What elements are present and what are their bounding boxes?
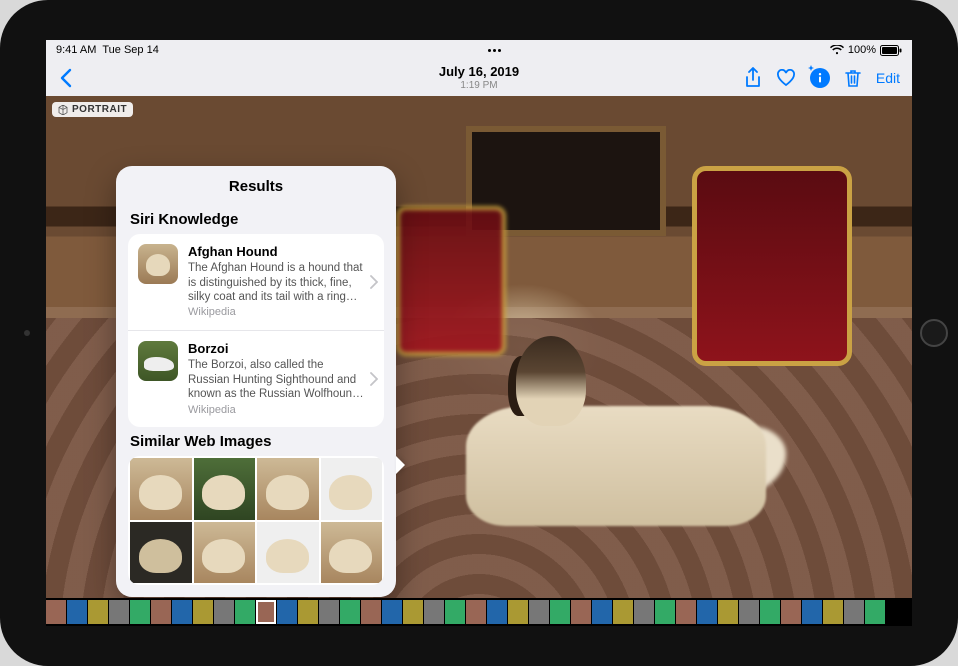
web-image[interactable] [257, 522, 319, 584]
result-desc: The Borzoi, also called the Russian Hunt… [188, 358, 364, 401]
info-lookup-button[interactable] [810, 68, 830, 88]
filmstrip-thumb[interactable] [382, 600, 402, 624]
filmstrip-thumb[interactable] [403, 600, 423, 624]
result-source: Wikipedia [188, 306, 364, 320]
filmstrip-thumb[interactable] [298, 600, 318, 624]
subject-dog [426, 296, 786, 556]
filmstrip-thumb[interactable] [781, 600, 801, 624]
battery-pct: 100% [848, 44, 876, 56]
result-source: Wikipedia [188, 404, 364, 418]
filmstrip-thumb[interactable] [235, 600, 255, 624]
filmstrip-thumb[interactable] [67, 600, 87, 624]
screen-bezel: 9:41 AM Tue Sep 14 100% [46, 40, 912, 626]
popover-arrow [396, 456, 405, 474]
portrait-badge-text: PORTRAIT [72, 104, 127, 115]
filmstrip-thumb[interactable] [865, 600, 885, 624]
filmstrip-thumb[interactable] [760, 600, 780, 624]
filmstrip-thumb[interactable] [802, 600, 822, 624]
result-name: Borzoi [188, 341, 364, 357]
filmstrip-thumb[interactable] [655, 600, 675, 624]
web-image[interactable] [194, 522, 256, 584]
battery-icon [880, 45, 902, 56]
status-date: Tue Sep 14 [102, 44, 158, 56]
similar-web-heading: Similar Web Images [116, 427, 396, 456]
filmstrip-thumb[interactable] [550, 600, 570, 624]
filmstrip-thumb[interactable] [823, 600, 843, 624]
multitask-dots-icon[interactable] [488, 49, 501, 52]
photo-filmstrip[interactable] [46, 598, 912, 626]
device-camera [24, 330, 30, 336]
result-thumbnail [138, 244, 178, 284]
filmstrip-thumb[interactable] [844, 600, 864, 624]
delete-button[interactable] [844, 68, 862, 88]
filmstrip-thumb[interactable] [445, 600, 465, 624]
visual-lookup-popover: Results Siri Knowledge Afghan Hound The … [116, 166, 396, 597]
web-image[interactable] [130, 458, 192, 520]
filmstrip-thumb[interactable] [466, 600, 486, 624]
similar-web-grid [128, 456, 384, 585]
portrait-badge: PORTRAIT [52, 102, 133, 117]
filmstrip-thumb[interactable] [130, 600, 150, 624]
filmstrip-thumb[interactable] [592, 600, 612, 624]
web-image[interactable] [321, 458, 383, 520]
filmstrip-thumb[interactable] [508, 600, 528, 624]
filmstrip-thumb[interactable] [697, 600, 717, 624]
filmstrip-thumb[interactable] [319, 600, 339, 624]
web-image[interactable] [130, 522, 192, 584]
filmstrip-thumb[interactable] [151, 600, 171, 624]
siri-knowledge-heading: Siri Knowledge [116, 205, 396, 234]
photo-title: July 16, 2019 1:19 PM [439, 65, 519, 90]
filmstrip-thumb[interactable] [193, 600, 213, 624]
filmstrip-thumb[interactable] [487, 600, 507, 624]
result-desc: The Afghan Hound is a hound that is dist… [188, 261, 364, 304]
back-button[interactable] [58, 68, 72, 88]
photo-navbar: July 16, 2019 1:19 PM [46, 60, 912, 96]
siri-knowledge-card: Afghan Hound The Afghan Hound is a hound… [128, 234, 384, 427]
filmstrip-thumb[interactable] [172, 600, 192, 624]
filmstrip-thumb[interactable] [571, 600, 591, 624]
filmstrip-thumb[interactable] [613, 600, 633, 624]
popover-title: Results [116, 178, 396, 195]
filmstrip-thumb[interactable] [529, 600, 549, 624]
home-button[interactable] [920, 319, 948, 347]
filmstrip-thumb[interactable] [109, 600, 129, 624]
status-bar: 9:41 AM Tue Sep 14 100% [46, 40, 912, 60]
filmstrip-thumb[interactable] [340, 600, 360, 624]
chevron-right-icon [370, 372, 378, 386]
filmstrip-thumb[interactable] [361, 600, 381, 624]
share-button[interactable] [744, 67, 762, 89]
filmstrip-thumb[interactable] [46, 600, 66, 624]
favorite-button[interactable] [776, 69, 796, 87]
filmstrip-thumb[interactable] [214, 600, 234, 624]
web-image[interactable] [257, 458, 319, 520]
filmstrip-thumb[interactable] [88, 600, 108, 624]
cube-icon [58, 105, 68, 115]
filmstrip-thumb[interactable] [256, 600, 276, 624]
status-time: 9:41 AM [56, 44, 96, 56]
filmstrip-thumb[interactable] [424, 600, 444, 624]
knowledge-result[interactable]: Afghan Hound The Afghan Hound is a hound… [128, 234, 384, 330]
filmstrip-thumb[interactable] [739, 600, 759, 624]
ipad-device-frame: 9:41 AM Tue Sep 14 100% [0, 0, 958, 666]
chevron-right-icon [370, 275, 378, 289]
filmstrip-thumb[interactable] [277, 600, 297, 624]
edit-button[interactable]: Edit [876, 70, 900, 86]
wifi-icon [830, 45, 844, 55]
result-name: Afghan Hound [188, 244, 364, 260]
result-thumbnail [138, 341, 178, 381]
web-image[interactable] [321, 522, 383, 584]
filmstrip-thumb[interactable] [718, 600, 738, 624]
screen: 9:41 AM Tue Sep 14 100% [46, 40, 912, 626]
photo-time: 1:19 PM [439, 80, 519, 91]
photo-date: July 16, 2019 [439, 65, 519, 79]
filmstrip-thumb[interactable] [634, 600, 654, 624]
knowledge-result[interactable]: Borzoi The Borzoi, also called the Russi… [128, 330, 384, 427]
filmstrip-thumb[interactable] [676, 600, 696, 624]
web-image[interactable] [194, 458, 256, 520]
photo-viewer[interactable]: PORTRAIT Results Siri Knowledge Afghan H… [46, 96, 912, 598]
